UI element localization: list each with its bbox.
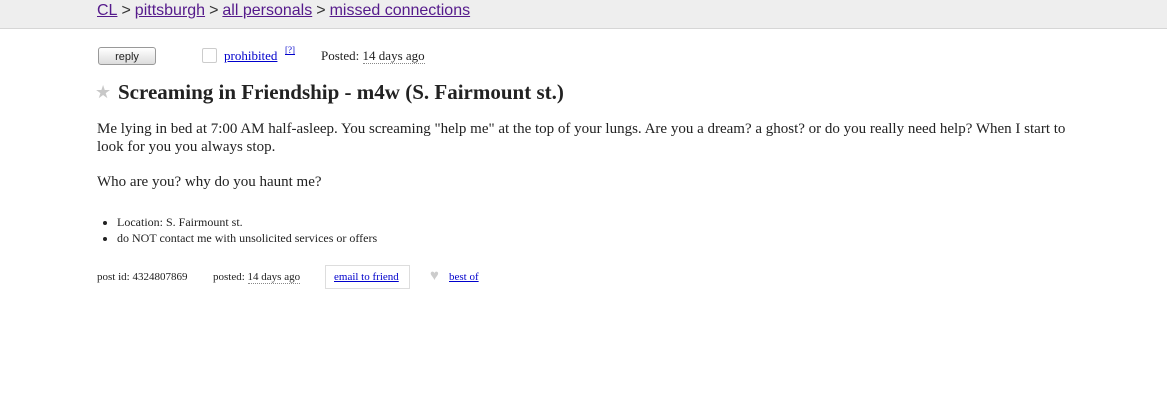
heart-icon[interactable]: ♥	[430, 268, 439, 285]
footer-posted-date: 14 days ago	[247, 271, 301, 284]
posted-label: Posted:	[321, 48, 360, 63]
breadcrumb-pittsburgh-link[interactable]: pittsburgh	[135, 2, 205, 19]
flag-help-link[interactable]: [?]	[285, 45, 295, 55]
top-bar: CL > pittsburgh > all personals > missed conne…	[0, 0, 1167, 29]
posted-date: 14 days ago	[362, 48, 425, 64]
best-of-link[interactable]: best of	[449, 271, 479, 283]
email-to-friend-link[interactable]: email to friend	[334, 271, 399, 283]
post-id: post id: 4324807869	[97, 271, 188, 283]
breadcrumb-separator: >	[316, 2, 326, 19]
breadcrumb-all-personals-link[interactable]: all personals	[222, 2, 312, 19]
breadcrumb: CL > pittsburgh > all personals > missed conne…	[97, 2, 470, 20]
post-body: Me lying in bed at 7:00 AM half-asleep. …	[97, 120, 1082, 208]
posted-info: Posted: 14 days ago	[321, 48, 425, 64]
attribute-location: Location: S. Fairmount st.	[117, 214, 377, 230]
star-icon[interactable]: ★	[95, 82, 111, 103]
breadcrumb-cl-link[interactable]: CL	[97, 2, 117, 19]
post-attributes: Location: S. Fairmount st. do NOT contac…	[97, 214, 377, 246]
post-title: Screaming in Friendship - m4w (S. Fairmo…	[118, 80, 564, 104]
attribute-contact-notice: do NOT contact me with unsolicited servi…	[117, 230, 377, 246]
post-body-paragraph: Who are you? why do you haunt me?	[97, 174, 322, 190]
breadcrumb-separator: >	[121, 2, 131, 19]
post-body-paragraph: Me lying in bed at 7:00 AM half-asleep. …	[97, 121, 1066, 155]
reply-button[interactable]: reply	[98, 47, 156, 65]
flag-prohibited-link[interactable]: prohibited	[224, 48, 277, 64]
breadcrumb-separator: >	[209, 2, 219, 19]
flag-checkbox[interactable]	[202, 48, 217, 63]
email-to-friend-box: email to friend	[325, 265, 410, 289]
post-footer: post id: 4324807869 posted: 14 days ago …	[97, 265, 517, 290]
breadcrumb-missed-connections-link[interactable]: missed connections	[330, 2, 471, 19]
footer-posted-label: posted:	[213, 271, 245, 283]
footer-posted-info: posted: 14 days ago	[213, 271, 301, 284]
